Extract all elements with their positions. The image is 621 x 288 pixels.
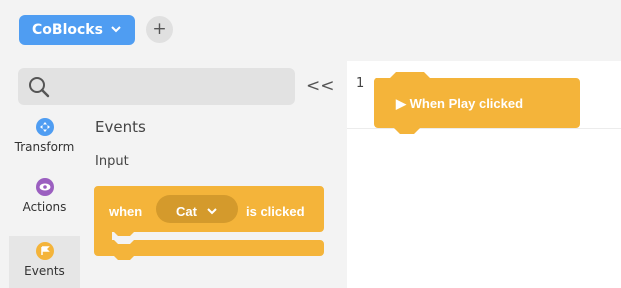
category-actions[interactable]: Actions xyxy=(9,178,80,228)
category-label: Events xyxy=(24,264,65,278)
category-transform[interactable]: Transform xyxy=(9,118,80,168)
block-is-clicked-text: is clicked xyxy=(246,204,305,219)
cat-dropdown[interactable]: Cat xyxy=(176,204,197,219)
when-clicked-block[interactable] xyxy=(94,186,326,266)
project-menu-button[interactable]: CoBlocks xyxy=(19,15,135,45)
category-label: Actions xyxy=(22,200,67,214)
collapse-palette-button[interactable]: << xyxy=(306,73,335,99)
play-block-label: ▶ When Play clicked xyxy=(396,96,524,111)
chevron-down-icon xyxy=(111,25,121,36)
section-subtitle: Input xyxy=(95,154,129,169)
plus-icon: + xyxy=(152,19,167,39)
search-icon xyxy=(29,77,50,98)
line-number: 1 xyxy=(356,76,365,91)
add-project-button[interactable]: + xyxy=(146,16,173,43)
category-label: Transform xyxy=(14,140,75,154)
move-arrows-icon xyxy=(35,118,54,136)
project-name: CoBlocks xyxy=(32,22,103,38)
eye-icon xyxy=(35,178,54,196)
category-events[interactable]: Events xyxy=(9,236,80,288)
chevron-down-icon xyxy=(207,208,217,215)
flag-icon xyxy=(35,242,54,260)
section-title: Events xyxy=(95,118,146,136)
block-search-input[interactable] xyxy=(18,68,295,105)
block-when-text: when xyxy=(109,204,143,219)
top-bar: CoBlocks + xyxy=(0,0,621,60)
category-sidebar: Transform Actions Events xyxy=(0,112,80,288)
